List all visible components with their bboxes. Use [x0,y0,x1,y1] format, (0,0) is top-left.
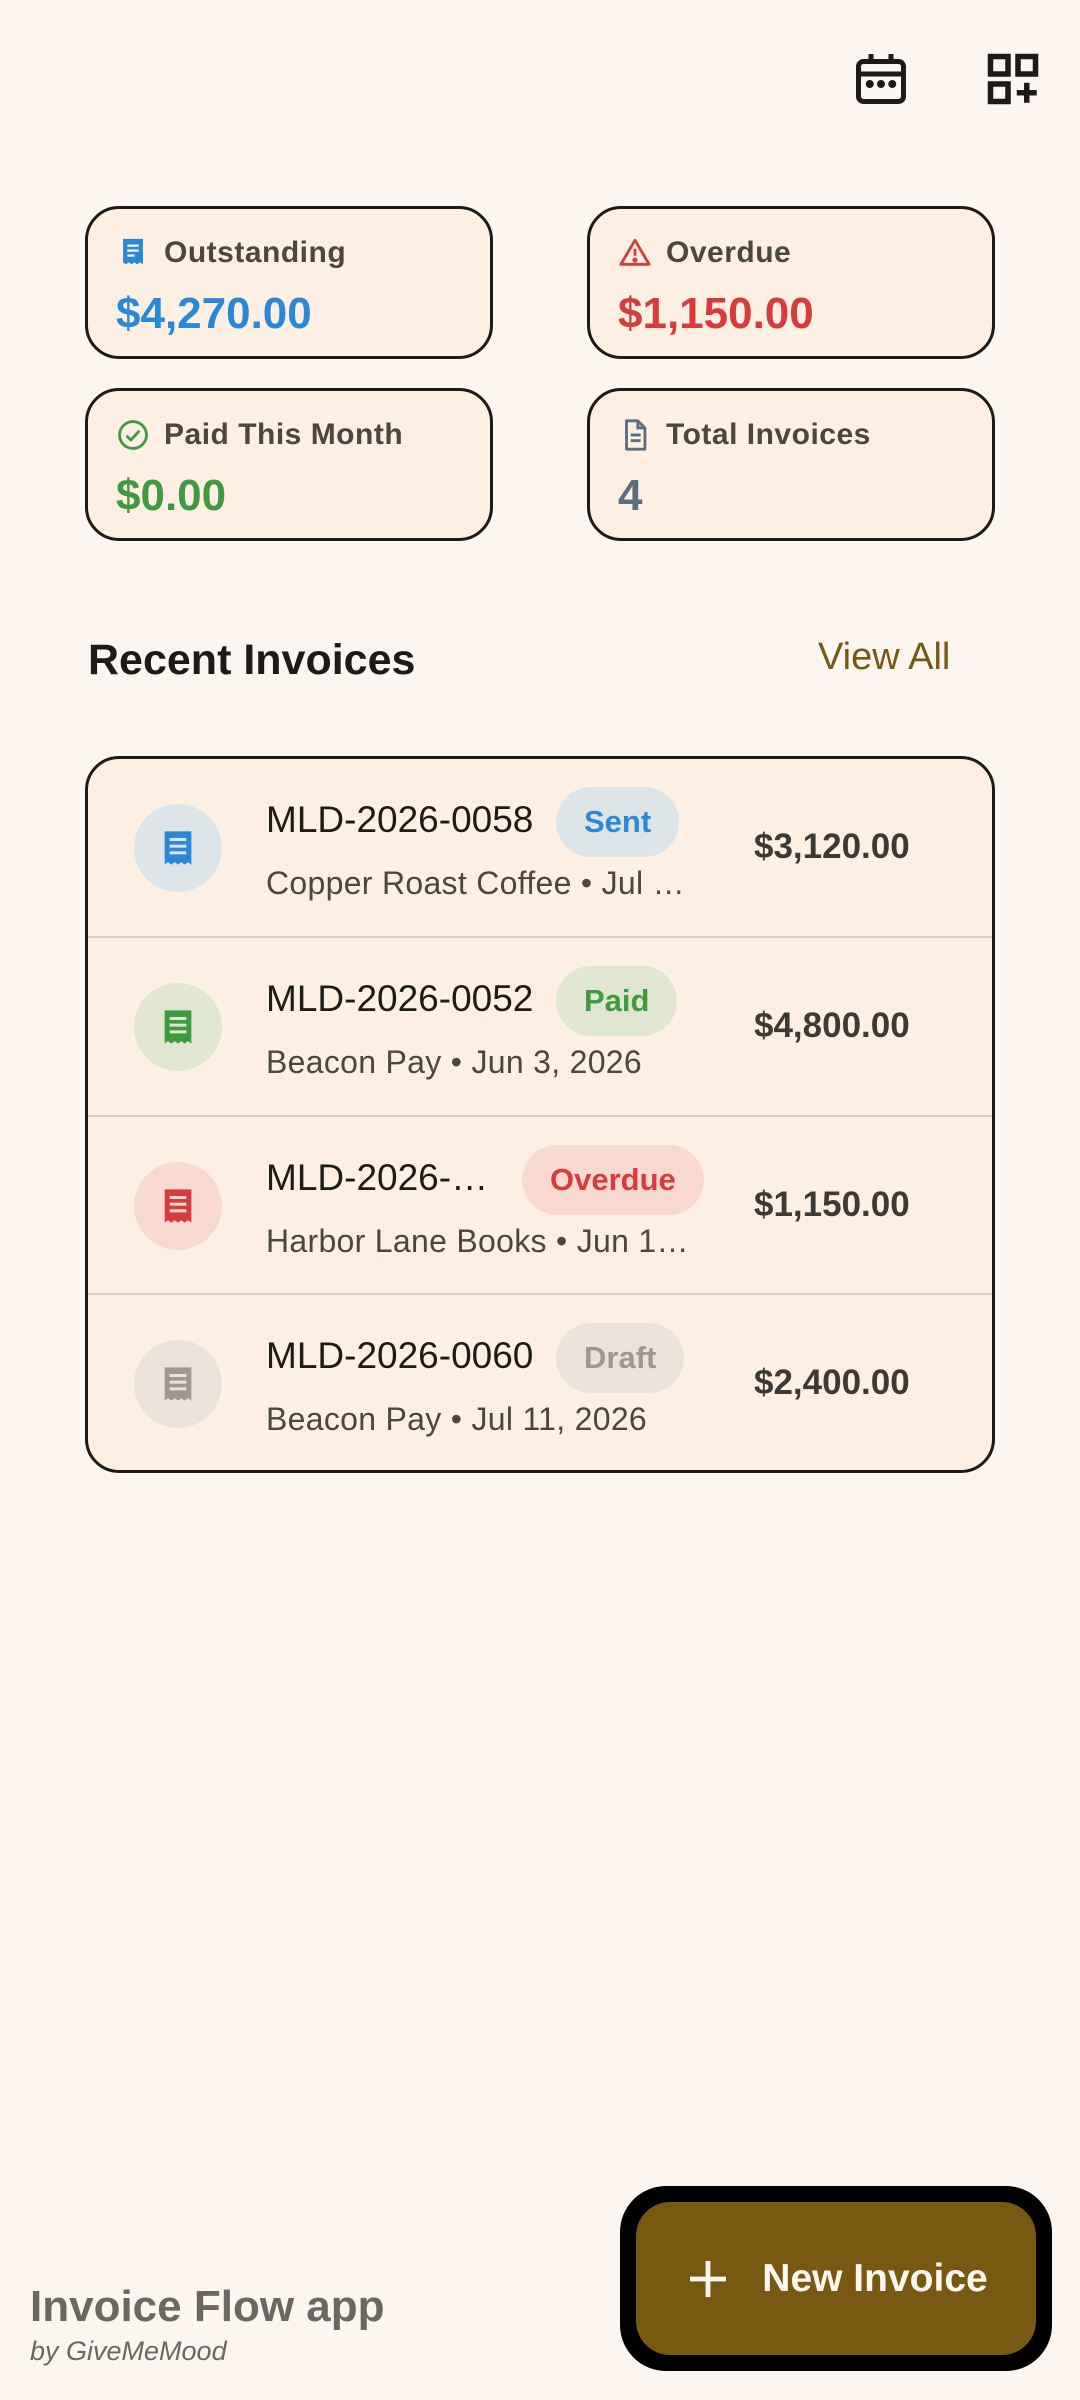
brand-subtitle: by GiveMeMood [30,2336,227,2366]
invoice-icon-circle [134,1340,222,1429]
invoice-list: MLD-2026-0058 Sent Copper Roast Coffee •… [85,756,995,1473]
total-invoices-card[interactable]: Total Invoices 4 [587,388,995,541]
outstanding-label: Outstanding [164,236,347,269]
invoice-subtitle: Copper Roast Coffee • Jul … [266,865,685,901]
overdue-value: $1,150.00 [618,289,814,338]
calendar-button[interactable] [846,44,916,114]
plus-icon [690,2260,727,2297]
status-badge: Sent [556,787,680,857]
receipt-icon [164,1010,192,1044]
status-badge: Draft [556,1323,685,1394]
brand-title: Invoice Flow app [30,2282,385,2331]
recent-invoices-title: Recent Invoices [88,636,416,684]
new-invoice-button-body[interactable]: New Invoice [636,2202,1036,2355]
receipt-icon [164,1367,192,1401]
outstanding-value: $4,270.00 [116,289,312,338]
receipt-icon [123,238,143,265]
invoice-amount: $1,150.00 [754,1184,910,1224]
receipt-icon [164,1188,192,1223]
overdue-card[interactable]: Overdue $1,150.00 [587,206,995,359]
invoice-number: MLD-2026-0… [266,1156,501,1198]
dashboard-add-icon [987,53,1039,105]
invoice-icon-circle [134,1161,222,1250]
document-icon [625,419,647,451]
calendar-icon [856,54,906,104]
status-badge: Overdue [522,1144,704,1215]
total-value: 4 [618,471,643,520]
warning-icon [619,238,651,266]
invoice-row[interactable]: MLD-2026-0052 Paid Beacon Pay • Jun 3, 2… [88,938,992,1117]
add-widget-button[interactable] [978,44,1048,114]
invoice-row[interactable]: MLD-2026-0060 Draft Beacon Pay • Jul 11,… [88,1295,992,1470]
app-root: Outstanding $4,270.00 Overdue $1,150.00 … [0,0,1080,2400]
paid-value: $0.00 [116,471,227,520]
total-label: Total Invoices [666,418,871,451]
invoice-number: MLD-2026-0060 [266,1335,534,1377]
invoice-number: MLD-2026-0058 [266,799,534,840]
invoice-icon-circle [134,982,222,1071]
invoice-subtitle: Beacon Pay • Jul 11, 2026 [266,1401,648,1438]
invoice-amount: $3,120.00 [754,827,910,866]
paid-this-month-card[interactable]: Paid This Month $0.00 [85,388,493,541]
invoice-icon-circle [134,804,222,892]
check-circle-icon [118,420,148,450]
invoice-amount: $4,800.00 [754,1005,910,1045]
new-invoice-button[interactable]: New Invoice [620,2186,1052,2371]
invoice-subtitle: Harbor Lane Books • Jun 1… [266,1222,689,1259]
paid-label: Paid This Month [164,418,404,451]
view-all-link[interactable]: View All [818,636,950,679]
overdue-label: Overdue [666,236,792,269]
invoice-amount: $2,400.00 [754,1363,910,1403]
outstanding-card[interactable]: Outstanding $4,270.00 [85,206,493,359]
invoice-row[interactable]: MLD-2026-0058 Sent Copper Roast Coffee •… [88,759,992,938]
status-badge: Paid [556,965,678,1036]
invoice-subtitle: Beacon Pay • Jun 3, 2026 [266,1043,642,1080]
receipt-icon [164,831,192,865]
invoice-number: MLD-2026-0052 [266,977,534,1019]
new-invoice-label: New Invoice [762,2256,988,2300]
invoice-row[interactable]: MLD-2026-0… Overdue Harbor Lane Books • … [88,1117,992,1296]
